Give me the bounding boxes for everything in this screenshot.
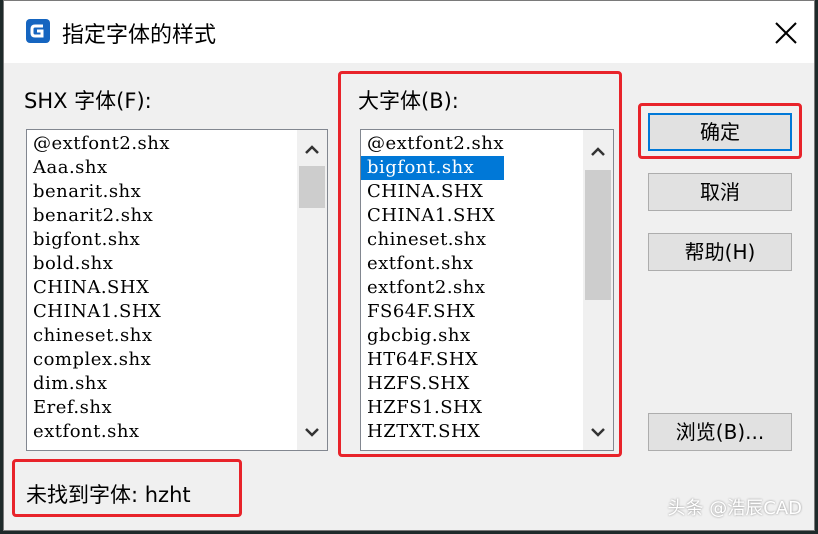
close-icon[interactable] bbox=[772, 19, 800, 47]
list-item[interactable]: CHINA.SHX bbox=[361, 180, 504, 204]
title-bar: 指定字体的样式 bbox=[4, 1, 814, 63]
big-scroll-thumb[interactable] bbox=[585, 170, 611, 300]
font-style-dialog: 指定字体的样式 SHX 字体(F): @extfont2.shx Aaa.shx b… bbox=[3, 0, 815, 531]
list-item[interactable]: benarit2.shx bbox=[27, 204, 170, 228]
app-logo-icon bbox=[26, 19, 50, 43]
ok-button[interactable]: 确定 bbox=[648, 113, 792, 151]
shx-scrollbar[interactable] bbox=[297, 130, 327, 450]
list-item[interactable]: bold.shx bbox=[27, 252, 170, 276]
list-item[interactable]: extfont2.shx bbox=[361, 276, 504, 300]
list-item[interactable]: chineset.shx bbox=[361, 228, 504, 252]
list-item[interactable]: Aaa.shx bbox=[27, 156, 170, 180]
cancel-button[interactable]: 取消 bbox=[648, 173, 792, 211]
list-item[interactable]: gbcbig.shx bbox=[361, 324, 504, 348]
list-item[interactable]: bigfont.shx bbox=[361, 156, 505, 180]
shx-font-items: @extfont2.shx Aaa.shx benarit.shx benarit2.… bbox=[27, 132, 170, 444]
list-item[interactable]: benarit.shx bbox=[27, 180, 170, 204]
big-font-list[interactable]: @extfont2.shx bigfont.shx CHINA.SHX CHINA1.… bbox=[360, 129, 614, 451]
list-item[interactable]: extfont.shx bbox=[27, 420, 170, 444]
list-item[interactable]: CHINA.SHX bbox=[27, 276, 170, 300]
list-item[interactable]: CHINA1.SHX bbox=[27, 300, 170, 324]
missing-font-status: 未找到字体: hzht bbox=[26, 483, 191, 507]
list-item[interactable]: dim.shx bbox=[27, 372, 170, 396]
list-item[interactable]: bigfont.shx bbox=[27, 228, 170, 252]
list-item[interactable]: CHINA1.SHX bbox=[361, 204, 504, 228]
scroll-up-icon[interactable] bbox=[583, 138, 613, 166]
scroll-down-icon[interactable] bbox=[297, 418, 327, 446]
big-font-items: @extfont2.shx bigfont.shx CHINA.SHX CHINA1.… bbox=[361, 132, 505, 444]
list-item[interactable]: Eref.shx bbox=[27, 396, 170, 420]
shx-font-list[interactable]: @extfont2.shx Aaa.shx benarit.shx benarit2.… bbox=[26, 129, 328, 451]
list-item[interactable]: @extfont2.shx bbox=[361, 132, 504, 156]
scroll-down-icon[interactable] bbox=[583, 418, 613, 446]
list-item[interactable]: HT64F.SHX bbox=[361, 348, 504, 372]
big-scrollbar[interactable] bbox=[583, 130, 613, 450]
shx-scroll-thumb[interactable] bbox=[299, 166, 325, 208]
list-item[interactable]: HZFS1.SHX bbox=[361, 396, 504, 420]
list-item[interactable]: chineset.shx bbox=[27, 324, 170, 348]
big-font-label: 大字体(B): bbox=[358, 89, 459, 113]
list-item[interactable]: extfont.shx bbox=[361, 252, 504, 276]
list-item[interactable]: complex.shx bbox=[27, 348, 170, 372]
scroll-up-icon[interactable] bbox=[297, 136, 327, 164]
help-button[interactable]: 帮助(H) bbox=[648, 233, 792, 271]
list-item[interactable]: HZFS.SHX bbox=[361, 372, 504, 396]
browse-button[interactable]: 浏览(B)... bbox=[648, 413, 792, 451]
dialog-title: 指定字体的样式 bbox=[62, 23, 217, 48]
watermark: 头条 @浩辰CAD bbox=[667, 498, 802, 519]
list-item[interactable]: HZTXT.SHX bbox=[361, 420, 504, 444]
list-item[interactable]: FS64F.SHX bbox=[361, 300, 504, 324]
shx-font-label: SHX 字体(F): bbox=[24, 89, 152, 113]
list-item[interactable]: @extfont2.shx bbox=[27, 132, 170, 156]
